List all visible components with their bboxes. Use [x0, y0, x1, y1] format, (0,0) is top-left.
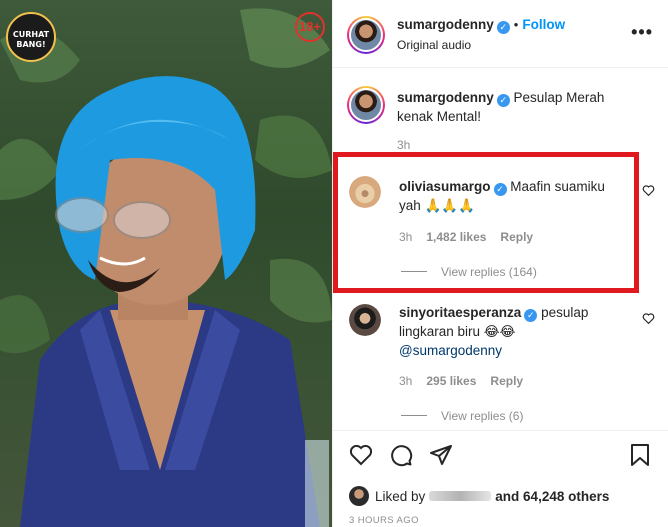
liker-avatar[interactable] [349, 486, 369, 506]
post-header: sumargodenny ✓ • Follow Original audio ••• [333, 0, 668, 68]
caption-avatar-image [349, 88, 383, 122]
comment-meta: 3h 1,482 likes Reply [399, 230, 533, 244]
replies-line [401, 415, 427, 416]
view-replies-button[interactable]: View replies (164) [401, 265, 537, 279]
verified-icon: ✓ [496, 21, 510, 34]
liked-by-label: Liked by [375, 489, 426, 504]
author-avatar-image [349, 18, 383, 52]
reply-button[interactable]: Reply [500, 230, 533, 244]
liked-by: Liked by and 64,248 others [349, 486, 609, 506]
comment-time: 3h [399, 230, 413, 244]
caption-username[interactable]: sumargodenny [397, 90, 494, 105]
age-rating-badge: 18+ [295, 12, 325, 42]
audio-label[interactable]: Original audio [397, 38, 471, 52]
more-options-icon[interactable]: ••• [631, 22, 653, 43]
comment-like-heart-icon[interactable] [642, 312, 655, 325]
view-replies-button[interactable]: View replies (6) [401, 409, 523, 423]
replies-line [401, 271, 427, 272]
author-username[interactable]: sumargodenny [397, 17, 494, 32]
comment-like-heart-icon[interactable] [642, 184, 655, 197]
channel-logo: CURHAT BANG! [6, 12, 56, 62]
bookmark-icon[interactable] [629, 443, 651, 467]
comment-likes[interactable]: 1,482 likes [426, 230, 486, 244]
commenter-avatar[interactable] [349, 304, 381, 336]
caption-avatar[interactable] [347, 86, 385, 124]
post-side-panel: sumargodenny ✓ • Follow Original audio ••• … [332, 0, 668, 527]
comment-time: 3h [399, 374, 413, 388]
verified-icon: ✓ [493, 183, 507, 196]
share-icon[interactable] [429, 443, 453, 467]
commenter-avatar-image [349, 176, 381, 208]
action-bar [333, 430, 668, 480]
comment-username[interactable]: sinyoritaesperanza [399, 305, 521, 320]
author-avatar[interactable] [347, 16, 385, 54]
view-replies-label: View replies (164) [441, 265, 537, 279]
comment-mention[interactable]: @sumargodenny [399, 343, 502, 358]
channel-logo-text: CURHAT BANG! [12, 30, 50, 49]
heart-icon[interactable] [349, 443, 373, 467]
commenter-avatar[interactable] [349, 176, 381, 208]
separator-dot: • [513, 17, 519, 32]
post-timestamp: 3 HOURS AGO [349, 515, 419, 526]
post-media[interactable]: CURHAT BANG! 18+ [0, 0, 332, 527]
comment-username[interactable]: oliviasumargo [399, 179, 491, 194]
blurred-liker-name [429, 491, 492, 501]
commenter-avatar-image [349, 304, 381, 336]
follow-button[interactable]: Follow [522, 17, 565, 32]
view-replies-label: View replies (6) [441, 409, 524, 423]
media-illustration [0, 8, 332, 527]
likes-count[interactable]: and 64,248 others [495, 489, 609, 504]
comment-meta: 3h 295 likes Reply [399, 374, 523, 388]
reply-button[interactable]: Reply [490, 374, 523, 388]
comment-icon[interactable] [389, 443, 413, 467]
verified-icon: ✓ [524, 309, 538, 322]
verified-icon: ✓ [496, 94, 510, 107]
comment-likes[interactable]: 295 likes [426, 374, 476, 388]
caption-time: 3h [397, 138, 411, 152]
instagram-post: CURHAT BANG! 18+ sumargodenny ✓ • Follow Or… [0, 0, 668, 527]
